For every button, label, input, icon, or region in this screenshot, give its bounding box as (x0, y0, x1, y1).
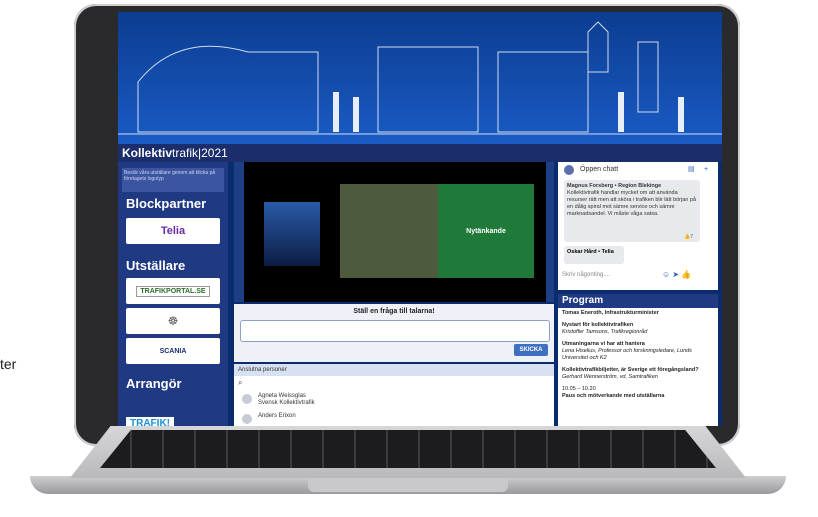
mercedes-icon: ☸ (167, 314, 179, 328)
question-input[interactable] (240, 320, 550, 342)
chat-input[interactable]: Skriv någonting.... (562, 272, 610, 278)
program-item-title: Paus och mötverkande med utställarna (562, 393, 665, 399)
keyboard (100, 430, 716, 468)
program-list: Tomas Eneroth, Infrastrukturminister Nys… (562, 310, 710, 405)
attendees-header: Anslutna personer (234, 364, 554, 376)
trafikportal-logo: TRAFIKPORTAL.SE (136, 285, 210, 297)
group-icon (564, 165, 574, 175)
avatar (242, 414, 252, 424)
left-sidebar: Besök våra utställare genom att klicka p… (118, 162, 228, 426)
thumbs-up-icon[interactable]: 👍 (681, 270, 691, 279)
trafik-logo[interactable]: TRAFIK! (126, 417, 174, 426)
list-item[interactable]: Agneta Weissglas Svensk Kollektivtrafik (234, 390, 554, 410)
like-badge: 👍7 (684, 234, 694, 240)
vehicle-photo (340, 184, 438, 278)
program-item: Kollektivtrafikbiljetter, är Sverige ett… (562, 367, 710, 381)
program-item-speaker: Lena Hiselius, Professor och forskningsl… (562, 348, 692, 361)
speaker-video (264, 202, 320, 266)
program-item-speaker: Gerhard Wennerström, vd, Samtrafiken (562, 374, 658, 380)
program-title: Program (558, 294, 718, 308)
city-transport-illustration (118, 21, 722, 135)
send-icon[interactable]: ➤ (672, 270, 679, 279)
question-box: Ställ en fråga till talarna! SKICKA (234, 304, 554, 362)
slide-panel: Nytänkande (438, 184, 534, 278)
scania-card[interactable]: SCANIA (126, 338, 220, 364)
question-title: Ställ en fråga till talarna! (353, 308, 435, 315)
like-count: 7 (690, 234, 694, 240)
blockpartner-heading: Blockpartner (126, 196, 207, 211)
message-author: Oskar Hård • Telia (567, 249, 614, 255)
screen: Kollektivtrafik|2021 Besök våra utställa… (118, 12, 722, 426)
program-item: Tomas Eneroth, Infrastrukturminister (562, 310, 710, 317)
program-item-title: Utmaningarna vi har att hantera (562, 341, 645, 347)
program-item-title: Kollektivtrafikbiljetter, är Sverige ett… (562, 367, 699, 373)
avatar (242, 394, 252, 404)
hero-banner (118, 12, 722, 144)
message-text: Kollektivtrafik handlar mycket om att an… (567, 190, 696, 217)
chat-panel: Öppen chatt ▤ + Magnus Forsberg • Region… (558, 162, 718, 290)
program-item: Utmaningarna vi har att hantera Lena Hise… (562, 341, 710, 362)
laptop-base (30, 426, 786, 496)
video-frame: Nytänkande (244, 162, 546, 302)
trackpad (308, 478, 508, 492)
sidebar-note: Besök våra utställare genom att klicka p… (122, 168, 224, 192)
attendee-name: Agneta Weissglas (258, 393, 306, 399)
logo-thin: trafik|2021 (172, 146, 228, 160)
trafikportal-card[interactable]: TRAFIKPORTAL.SE (126, 278, 220, 304)
search-icon[interactable]: ⌕ (238, 378, 242, 388)
chat-header: Öppen chatt ▤ + (558, 162, 718, 178)
program-item-title: Nystart för kollektivtrafiken (562, 322, 634, 328)
organizer-heading: Arrangör (126, 376, 182, 391)
chat-message: Oskar Hård • Telia (564, 246, 624, 264)
message-author: Magnus Forsberg • Region Blekinge (567, 183, 662, 189)
telia-logo: Telia (160, 225, 186, 237)
chat-message: Magnus Forsberg • Region Blekinge Kollek… (564, 180, 700, 242)
submit-button[interactable]: SKICKA (514, 344, 548, 356)
attendees-panel: Anslutna personer ⌕ Agneta Weissglas Sven… (234, 364, 554, 426)
laptop-mockup: Kollektivtrafik|2021 Besök våra utställa… (0, 0, 818, 517)
program-item-title: Tomas Eneroth, Infrastrukturminister (562, 310, 659, 316)
emoji-icon[interactable]: ☺ (662, 270, 670, 279)
video-player[interactable]: Nytänkande (234, 162, 554, 302)
mercedes-card[interactable]: ☸ (126, 308, 220, 334)
attendee-name: Anders Erixon (258, 413, 296, 419)
program-item-time: 10.05 – 10.20 (562, 386, 596, 392)
exhibitors-heading: Utställare (126, 258, 186, 273)
chat-icon[interactable]: ▤ (688, 162, 695, 178)
program-panel: Program Tomas Eneroth, Infrastrukturmini… (558, 294, 718, 426)
chat-actions: ☺ ➤ 👍 (662, 270, 691, 279)
program-item: 10.05 – 10.20 Paus och mötverkande med ut… (562, 386, 710, 400)
program-item: Nystart för kollektivtrafiken Kristoffer … (562, 322, 710, 336)
list-item[interactable]: Anders Erixon (234, 410, 554, 426)
attendee-org: Svensk Kollektivtrafik (258, 400, 315, 406)
logo-bold: Kollektiv (122, 146, 173, 160)
program-item-speaker: Kristoffer Tamsons, Trafikregionråd (562, 329, 648, 335)
scania-logo: SCANIA (159, 347, 187, 355)
cropped-text: ter (0, 356, 17, 372)
event-logo: Kollektivtrafik|2021 (122, 146, 228, 160)
add-icon[interactable]: + (704, 162, 708, 178)
slide-text: Nytänkande (466, 227, 506, 235)
chat-title: Öppen chatt (580, 166, 619, 173)
telia-logo-card[interactable]: Telia (126, 218, 220, 244)
